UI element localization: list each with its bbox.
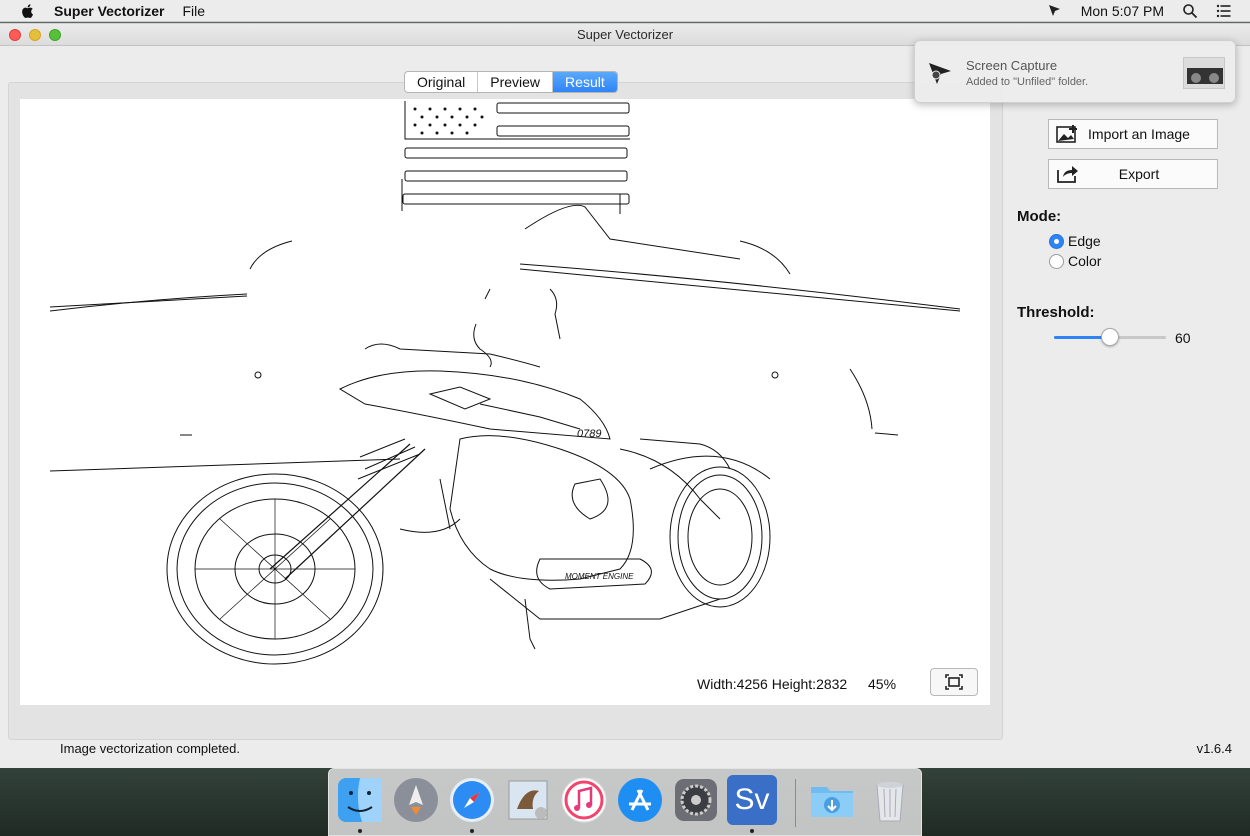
launchpad-icon[interactable] — [391, 775, 441, 825]
downloads-folder-icon[interactable] — [807, 775, 857, 825]
notification-center-icon[interactable] — [1216, 3, 1232, 19]
dock: Sv — [328, 768, 922, 836]
safari-running-indicator — [470, 829, 474, 833]
export-label: Export — [1118, 166, 1160, 182]
zoom-level: 45% — [868, 676, 897, 692]
export-button[interactable]: Export — [1048, 159, 1218, 189]
spotlight-icon[interactable] — [1182, 3, 1198, 19]
mode-option-color[interactable]: Color — [1049, 253, 1101, 269]
result-canvas[interactable]: 0789 MOMENT ENGINE — [20, 99, 990, 705]
screen-capture-app-icon — [929, 63, 951, 84]
view-tabs: Original Preview Result — [404, 71, 618, 93]
apple-icon[interactable] — [20, 3, 36, 19]
notification-body: Added to "Unfiled" folder. — [966, 76, 1089, 88]
itunes-icon[interactable] — [559, 775, 609, 825]
app-store-icon[interactable] — [615, 775, 665, 825]
app-menu[interactable]: Super Vectorizer — [54, 3, 165, 19]
flag-stars — [413, 107, 484, 135]
tab-preview[interactable]: Preview — [478, 72, 554, 92]
threshold-value: 60 — [1175, 330, 1191, 346]
mode-option-edge[interactable]: Edge — [1049, 233, 1101, 249]
tab-original[interactable]: Original — [405, 72, 479, 92]
version-label: v1.6.4 — [1196, 741, 1232, 756]
edge-radio[interactable] — [1049, 233, 1064, 249]
super-vectorizer-icon-label: Sv — [734, 783, 770, 816]
status-message: Image vectorization completed. — [60, 741, 240, 756]
fit-to-window-button[interactable] — [930, 668, 978, 696]
mode-label: Mode: — [1017, 208, 1062, 225]
menu-bar: Super Vectorizer File Mon 5:07 PM — [0, 0, 1250, 22]
dock-separator — [795, 779, 796, 827]
safari-icon[interactable] — [447, 775, 497, 825]
threshold-label: Threshold: — [1017, 304, 1095, 321]
finder-icon[interactable] — [335, 775, 385, 825]
svg-text:0789: 0789 — [577, 428, 601, 440]
notification-banner[interactable]: Screen Capture Added to "Unfiled" folder… — [914, 40, 1236, 103]
close-button[interactable] — [9, 29, 21, 41]
system-preferences-icon[interactable] — [671, 775, 721, 825]
import-image-label: Import an Image — [1088, 126, 1190, 142]
window-title: Super Vectorizer — [576, 27, 674, 42]
image-dimensions: Width:4256 Height:2832 — [697, 676, 848, 692]
capture-icon[interactable] — [1047, 3, 1063, 19]
menubar-clock[interactable]: Mon 5:07 PM — [1081, 3, 1164, 19]
color-radio-label: Color — [1068, 253, 1102, 269]
vectorized-image: 0789 MOMENT ENGINE — [49, 101, 961, 665]
import-image-icon — [1056, 125, 1077, 143]
notification-title: Screen Capture — [966, 58, 1058, 73]
trash-icon[interactable] — [865, 775, 915, 825]
edge-radio-label: Edge — [1068, 233, 1101, 249]
fit-screen-icon — [945, 674, 963, 690]
menu-file[interactable]: File — [183, 3, 206, 19]
mail-icon[interactable] — [503, 775, 553, 825]
finder-running-indicator — [358, 829, 362, 833]
minimize-button[interactable] — [29, 29, 41, 41]
app-window: Super Vectorizer Original Preview Result — [0, 23, 1250, 768]
export-icon — [1057, 166, 1078, 183]
super-vectorizer-running-indicator — [750, 829, 754, 833]
tab-result[interactable]: Result — [553, 72, 617, 92]
zoom-button[interactable] — [49, 29, 61, 41]
import-image-button[interactable]: Import an Image — [1048, 119, 1218, 149]
svg-text:MOMENT ENGINE: MOMENT ENGINE — [565, 572, 634, 581]
super-vectorizer-icon[interactable]: Sv — [727, 775, 777, 825]
threshold-slider-knob[interactable] — [1101, 328, 1119, 346]
capture-thumbnail — [1183, 57, 1225, 89]
color-radio[interactable] — [1049, 253, 1064, 269]
